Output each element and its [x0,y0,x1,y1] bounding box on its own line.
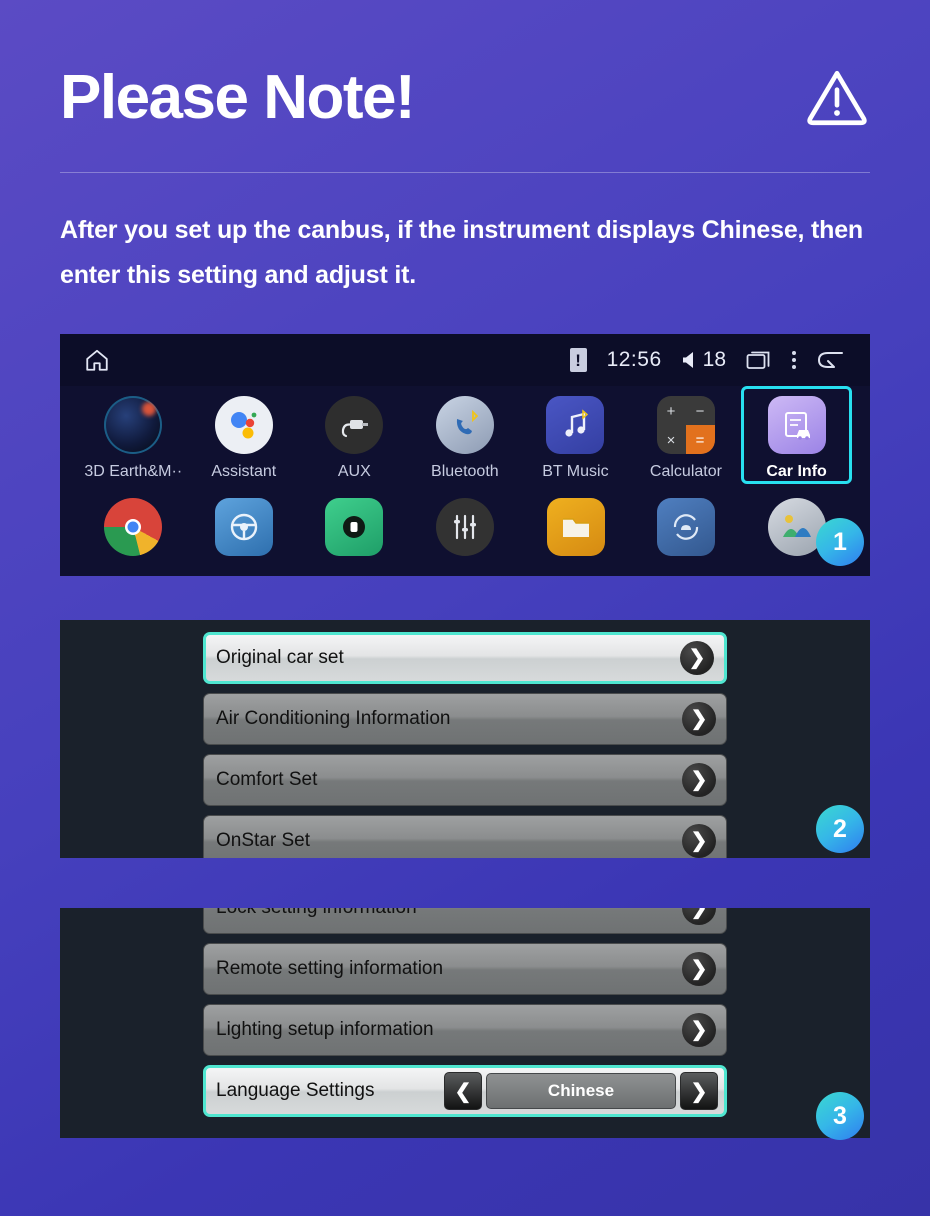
page-title: Please Note! [60,63,416,132]
home-icon[interactable] [84,347,110,373]
back-arrow-icon[interactable] [816,349,846,371]
status-time: 12:56 [606,348,662,371]
chevron-right-icon[interactable]: ❯ [680,641,714,675]
car-info-list-screenshot-1: Original car set ❯ Air Conditioning Info… [60,620,870,858]
app-chrome[interactable] [78,488,189,556]
bt-music-icon [546,396,605,454]
app-row-2 [60,488,870,556]
svg-text:=: = [696,432,705,449]
app-label: Calculator [649,463,722,480]
app-bt-music[interactable]: BT Music [520,386,631,484]
app-row-1: 3D Earth&M·· Assistant AUX Bluetooth BT … [60,386,870,484]
settings-list-1: Original car set ❯ Air Conditioning Info… [60,620,870,858]
app-label: Car Info [766,463,827,480]
app-3d-earth[interactable]: 3D Earth&M·· [78,386,189,484]
settings-row-label: Original car set [216,647,344,668]
settings-row-remote-setting[interactable]: Remote setting information ❯ [203,943,727,995]
recorder-icon [325,498,384,556]
equalizer-icon [436,498,495,556]
head-unit-home-screenshot: ! 12:56 18 3D Earth&M·· Assistant AUX Bl… [60,334,870,576]
settings-row-comfort-set[interactable]: Comfort Set ❯ [203,754,727,806]
warning-triangle-icon [807,70,867,126]
chrome-icon [104,498,163,556]
step-badge-3: 3 [816,1092,864,1140]
intro-text: After you set up the canbus, if the inst… [60,216,863,289]
bluetooth-phone-icon [435,396,494,454]
svg-text:+: + [667,403,676,420]
app-label: Bluetooth [431,463,499,480]
page-header: Please Note! [60,52,870,144]
app-label: AUX [337,463,371,480]
settings-list-2: Lock setting information ❯ Remote settin… [60,908,870,1117]
calculator-icon: + − × = [656,396,715,454]
settings-row-lock-setting[interactable]: Lock setting information ❯ [203,908,727,934]
cloud-sync-icon [657,498,716,556]
language-stepper: ❮ Chinese ❯ [444,1072,718,1110]
settings-row-label: Lock setting information [216,908,417,919]
car-info-list-screenshot-2: Lock setting information ❯ Remote settin… [60,908,870,1138]
warning-badge-icon: ! [569,348,587,372]
volume-icon [682,352,693,368]
app-label: Assistant [211,463,277,480]
settings-row-label: OnStar Set [216,830,310,851]
chevron-right-icon[interactable]: ❯ [682,952,716,986]
settings-row-air-conditioning[interactable]: Air Conditioning Information ❯ [203,693,727,745]
steering-wheel-icon [214,498,273,556]
svg-text:−: − [696,403,705,420]
settings-row-label: Language Settings [216,1080,375,1101]
step-badge-2: 2 [816,805,864,853]
chevron-right-icon[interactable]: ❯ [682,1013,716,1047]
language-value: Chinese [486,1073,676,1109]
app-file-manager[interactable] [520,488,631,556]
app-equalizer[interactable] [410,488,521,556]
overflow-menu-icon[interactable] [792,351,796,369]
volume-indicator[interactable]: 18 [682,348,726,372]
chevron-right-icon[interactable]: ❯ [682,702,716,736]
app-calculator[interactable]: + − × = Calculator [631,386,742,484]
volume-level: 18 [702,348,726,371]
app-bluetooth[interactable]: Bluetooth [410,386,521,484]
step-badge-1: 1 [816,518,864,566]
chevron-right-icon[interactable]: ❯ [682,824,716,858]
earth-icon [104,396,163,454]
settings-row-onstar-set[interactable]: OnStar Set ❯ [203,815,727,858]
app-car-info[interactable]: Car Info [741,386,852,484]
car-info-icon [767,396,826,454]
app-label: BT Music [542,463,609,480]
aux-icon [325,396,384,454]
app-assistant[interactable]: Assistant [189,386,300,484]
app-label: 3D Earth&M·· [84,463,183,480]
header-divider [60,172,870,173]
android-status-bar: ! 12:56 18 [60,334,870,386]
settings-row-language-settings[interactable]: Language Settings ❮ Chinese ❯ [203,1065,727,1117]
settings-row-original-car-set[interactable]: Original car set ❯ [203,632,727,684]
svg-text:×: × [667,432,676,449]
app-recorder[interactable] [299,488,410,556]
recents-icon[interactable] [746,349,772,371]
settings-row-label: Remote setting information [216,958,444,979]
chevron-right-icon[interactable]: ❯ [680,1072,718,1110]
settings-row-label: Comfort Set [216,769,318,790]
chevron-right-icon[interactable]: ❯ [682,763,716,797]
app-steering-wheel[interactable] [189,488,300,556]
settings-row-label: Air Conditioning Information [216,708,451,729]
settings-row-label: Lighting setup information [216,1019,434,1040]
settings-row-lighting-setup[interactable]: Lighting setup information ❯ [203,1004,727,1056]
app-cloud-sync[interactable] [631,488,742,556]
chevron-right-icon[interactable]: ❯ [682,908,716,925]
app-aux[interactable]: AUX [299,386,410,484]
folder-icon [546,498,605,556]
chevron-left-icon[interactable]: ❮ [444,1072,482,1110]
assistant-icon [214,396,273,454]
